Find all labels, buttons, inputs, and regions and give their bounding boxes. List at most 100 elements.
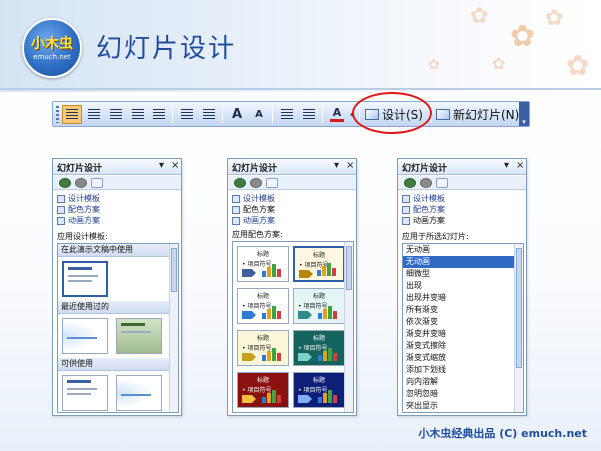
scrollbar-thumb[interactable] xyxy=(346,246,352,290)
new-slide-button[interactable]: 新幻灯片(N) xyxy=(436,105,519,124)
pane-header: 幻灯片设计 ▾ × xyxy=(398,159,526,175)
toolbar-separator xyxy=(172,106,173,123)
align-left-button[interactable] xyxy=(62,105,82,124)
close-icon[interactable]: × xyxy=(171,160,179,171)
align-center-button[interactable] xyxy=(84,105,104,124)
animation-list-item[interactable]: 渐变式缩放 xyxy=(403,352,523,364)
template-thumbnail[interactable] xyxy=(62,375,108,411)
link-color-schemes[interactable]: 配色方案 xyxy=(232,204,275,215)
back-icon[interactable] xyxy=(234,178,246,188)
animation-list-item[interactable]: 无动画 xyxy=(403,244,523,256)
link-design-templates[interactable]: 设计模板 xyxy=(57,193,100,204)
color-scheme-swatch[interactable]: 标题 • 项目符号 xyxy=(293,246,345,282)
animation-list-item[interactable]: 渐变式擦除 xyxy=(403,340,523,352)
home-icon[interactable] xyxy=(436,178,448,188)
animation-icon xyxy=(57,216,65,225)
template-list[interactable]: 在此演示文稿中使用 最近使用过的 可供使用 xyxy=(57,243,179,413)
decrease-indent-button[interactable] xyxy=(277,105,297,124)
animation-list-item[interactable]: 细微型 xyxy=(403,268,523,280)
decrease-font-button[interactable]: A xyxy=(249,105,269,124)
palette-icon xyxy=(57,205,65,214)
swatch-chart xyxy=(262,389,284,403)
scrollbar[interactable] xyxy=(344,242,353,412)
justify-button[interactable] xyxy=(128,105,148,124)
template-thumbnail[interactable] xyxy=(62,318,108,354)
swatch-shape xyxy=(299,270,313,278)
swatch-bar xyxy=(328,390,332,403)
animation-list-item[interactable]: 忽明忽暗 xyxy=(403,388,523,400)
link-label: 动画方案 xyxy=(243,216,275,225)
animation-list-item[interactable]: 依次渐变 xyxy=(403,316,523,328)
font-color-button[interactable]: A xyxy=(327,105,347,124)
toolbar-options-button[interactable]: ▾ xyxy=(519,102,529,126)
group-header: 可供使用 xyxy=(58,358,178,371)
numbering-button[interactable] xyxy=(177,105,197,124)
animation-list-item[interactable]: 渐变并变暗 xyxy=(403,328,523,340)
pane-menu-button[interactable]: ▾ xyxy=(504,160,509,171)
swatch-title: 标题 xyxy=(256,377,269,384)
task-pane-animation-schemes: 幻灯片设计 ▾ × 设计模板 配色方案 动画方案 应用于所选幻灯片: 无动画 无动… xyxy=(397,158,527,416)
scrollbar-thumb[interactable] xyxy=(516,248,522,368)
pane-menu-button[interactable]: ▾ xyxy=(334,160,339,171)
toolbar-grip[interactable] xyxy=(56,106,59,123)
animation-list-item[interactable]: 向内溶解 xyxy=(403,376,523,388)
group-header: 在此演示文稿中使用 xyxy=(58,244,178,257)
forward-icon[interactable] xyxy=(75,178,87,188)
forward-icon[interactable] xyxy=(250,178,262,188)
animation-list-item[interactable]: 颜色打字机 xyxy=(403,412,523,413)
distributed-button[interactable] xyxy=(149,105,169,124)
scrollbar[interactable] xyxy=(169,244,178,412)
section-label: 应用于所选幻灯片: xyxy=(402,232,469,241)
scrollbar-thumb[interactable] xyxy=(171,248,177,292)
home-icon[interactable] xyxy=(266,178,278,188)
template-thumbnail[interactable] xyxy=(116,318,162,354)
color-scheme-swatch[interactable]: 标题 • 项目符号 xyxy=(237,288,289,324)
animation-list-item[interactable]: 添加下划线 xyxy=(403,364,523,376)
back-icon[interactable] xyxy=(404,178,416,188)
color-scheme-list[interactable]: 标题 • 项目符号 标题 • 项目符号 标题 • 项目符号 标题 • 项目符号 标题 • 项目符号… xyxy=(232,241,354,413)
animation-list-item[interactable]: 突出显示 xyxy=(403,400,523,412)
pane-nav xyxy=(398,176,526,190)
color-scheme-swatch[interactable]: 标题 • 项目符号 xyxy=(237,330,289,366)
color-scheme-swatch[interactable]: 标题 • 项目符号 xyxy=(293,288,345,324)
pane-menu-button[interactable]: ▾ xyxy=(159,160,164,171)
pane-title: 幻灯片设计 xyxy=(232,164,278,174)
maple-leaf-icon: ✿ xyxy=(470,4,489,29)
pane-title: 幻灯片设计 xyxy=(57,164,103,174)
color-scheme-swatch[interactable]: 标题 • 项目符号 xyxy=(293,330,345,366)
pane-links: 设计模板 配色方案 动画方案 xyxy=(232,193,275,226)
close-icon[interactable]: × xyxy=(346,160,354,171)
bullets-button[interactable] xyxy=(199,105,219,124)
numbering-icon xyxy=(181,109,193,120)
animation-list-item[interactable]: 无动画 xyxy=(403,256,523,268)
link-animation-schemes[interactable]: 动画方案 xyxy=(57,215,100,226)
home-icon[interactable] xyxy=(91,178,103,188)
link-animation-schemes[interactable]: 动画方案 xyxy=(402,215,445,226)
animation-list-item[interactable]: 出现并变暗 xyxy=(403,292,523,304)
align-right-icon xyxy=(110,109,122,120)
link-animation-schemes[interactable]: 动画方案 xyxy=(232,215,275,226)
animation-scheme-list[interactable]: 无动画 无动画 细微型 出现 出现并变暗 所有渐变 依次渐变 渐变并变暗 渐变式擦除 渐变式缩放添… xyxy=(402,243,524,413)
link-design-templates[interactable]: 设计模板 xyxy=(402,193,445,204)
increase-indent-button[interactable] xyxy=(299,105,319,124)
template-thumbnail[interactable] xyxy=(62,261,108,297)
align-right-button[interactable] xyxy=(106,105,126,124)
close-icon[interactable]: × xyxy=(516,160,524,171)
link-color-schemes[interactable]: 配色方案 xyxy=(402,204,445,215)
toolbar-separator xyxy=(322,106,323,123)
animation-list-item[interactable]: 所有渐变 xyxy=(403,304,523,316)
forward-icon[interactable] xyxy=(420,178,432,188)
increase-indent-icon xyxy=(303,109,315,120)
link-design-templates[interactable]: 设计模板 xyxy=(232,193,275,204)
color-scheme-swatch[interactable]: 标题 • 项目符号 xyxy=(237,246,289,282)
link-color-schemes[interactable]: 配色方案 xyxy=(57,204,100,215)
align-left-icon xyxy=(66,109,78,120)
back-icon[interactable] xyxy=(59,178,71,188)
template-thumbnail[interactable] xyxy=(116,375,162,411)
swatch-chart xyxy=(318,305,340,319)
scrollbar[interactable] xyxy=(514,244,523,412)
increase-font-button[interactable]: A xyxy=(227,105,247,124)
color-scheme-swatch[interactable]: 标题 • 项目符号 xyxy=(237,372,289,408)
color-scheme-swatch[interactable]: 标题 • 项目符号 xyxy=(293,372,345,408)
animation-list-item[interactable]: 出现 xyxy=(403,280,523,292)
